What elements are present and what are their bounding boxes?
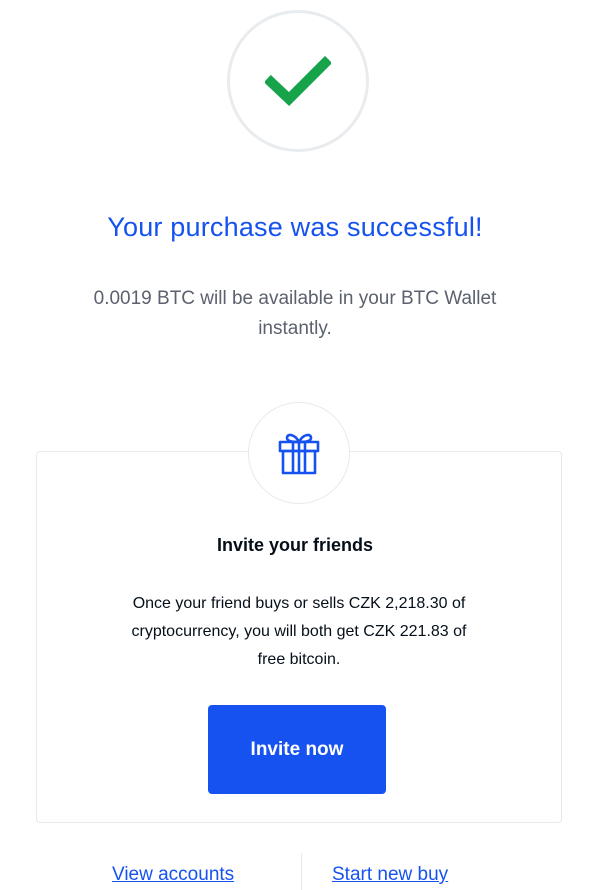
success-title: Your purchase was successful! [107,212,483,242]
gift-icon [278,433,320,475]
invite-title: Invite your friends [216,535,374,555]
footer-divider [301,853,302,890]
purchase-success-page: Your purchase was successful! 0.0019 BTC… [0,0,590,890]
view-accounts-link[interactable]: View accounts [112,864,234,886]
gift-badge [248,402,350,504]
invite-description-line-3: free bitcoin. [257,651,341,668]
success-message-line-2: instantly. [258,318,332,339]
invite-description-line-2: cryptocurrency, you will both get CZK 22… [131,623,467,640]
success-message-line-1: 0.0019 BTC will be available in your BTC… [93,288,497,309]
start-new-buy-link[interactable]: Start new buy [332,864,448,886]
success-message: 0.0019 BTC will be available in your BTC… [0,284,590,344]
invite-description: Once your friend buys or sells CZK 2,218… [60,590,538,674]
success-badge [227,10,369,152]
invite-now-button[interactable]: Invite now [208,705,386,794]
invite-description-line-1: Once your friend buys or sells CZK 2,218… [132,595,466,612]
checkmark-icon [265,56,331,106]
